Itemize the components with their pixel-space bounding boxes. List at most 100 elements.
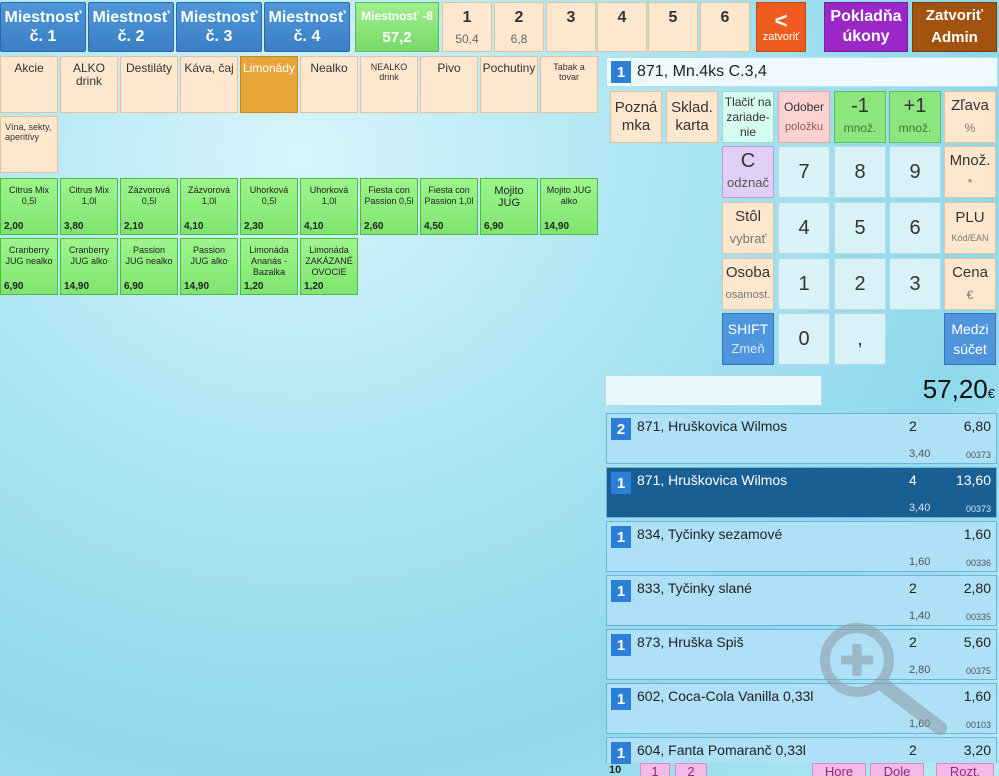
product-name: Citrus Mix 1,0l: [69, 185, 109, 206]
note-label: Pozná: [614, 99, 658, 116]
cash-register-actions-button[interactable]: Pokladňa úkony: [824, 2, 908, 52]
item-badge: 1: [611, 634, 631, 656]
product-tile[interactable]: Limonáda ZAKÁZANÉ OVOCIE 1,20: [300, 238, 358, 295]
room-label: Miestnosť: [92, 9, 170, 26]
person-label: Osoba: [725, 264, 771, 281]
page-button-6[interactable]: 6: [700, 2, 750, 52]
product-tile[interactable]: Uhorková 1,0l 4,10: [300, 178, 358, 235]
category-nealko[interactable]: Nealko: [300, 56, 358, 113]
category-nealko-drink[interactable]: NEALKO drink: [360, 56, 418, 113]
product-tile[interactable]: Zázvorová 1,0l 4,10: [180, 178, 238, 235]
shift-button[interactable]: SHIFT Zmeň: [722, 313, 774, 365]
split-button[interactable]: Rozt.: [936, 763, 994, 776]
order-item[interactable]: 1 834, Tyčinky sezamové 1,60 1,60 00336: [606, 521, 997, 572]
item-badge: 1: [611, 472, 631, 494]
zoom-in-icon[interactable]: [812, 620, 952, 740]
item-sum: 13,60: [955, 472, 991, 488]
category-vina-sekty[interactable]: Vína, sekty, aperitívy: [0, 116, 58, 173]
minus-one-qty-button[interactable]: -1 množ.: [834, 91, 886, 143]
page-button-5[interactable]: 5: [648, 2, 698, 52]
order-item-selected[interactable]: 1 871, Hruškovica Wilmos 4 13,60 3,40 00…: [606, 467, 997, 518]
room-button-4[interactable]: Miestnosť č. 4: [264, 2, 350, 52]
page-button-2[interactable]: 2 6,8: [494, 2, 544, 52]
product-tile[interactable]: Mojito JUG 6,90: [480, 178, 538, 235]
print-device-button[interactable]: Tlačiť na zariade- nie: [722, 91, 774, 143]
plus-one-qty-button[interactable]: +1 množ.: [889, 91, 941, 143]
page-button-1[interactable]: 1 50,4: [442, 2, 492, 52]
product-tile[interactable]: Passion JUG alko 14,90: [180, 238, 238, 295]
scroll-up-button[interactable]: Hore: [812, 763, 866, 776]
key-label: 3: [909, 272, 921, 295]
category-kava-caj[interactable]: Káva, čaj: [180, 56, 238, 113]
product-tile[interactable]: Passion JUG nealko 6,90: [120, 238, 178, 295]
category-tabak-tovar[interactable]: Tabak a tovar: [540, 56, 598, 113]
page-button-3[interactable]: 3: [546, 2, 596, 52]
page-button-4[interactable]: 4: [597, 2, 647, 52]
product-tile[interactable]: Limonáda Ananás - Bazalka 1,20: [240, 238, 298, 295]
page-number: 2: [514, 8, 524, 26]
close-label: zatvoriť: [762, 31, 800, 43]
key-7[interactable]: 7: [778, 146, 830, 198]
room-button-1[interactable]: Miestnosť č. 1: [0, 2, 86, 52]
room-button-2[interactable]: Miestnosť č. 2: [88, 2, 174, 52]
page-label: 1: [651, 764, 659, 776]
room-number: č. 2: [117, 28, 145, 45]
item-badge: 1: [611, 526, 631, 548]
category-pochutiny[interactable]: Pochutiny: [480, 56, 538, 113]
stock-card-button[interactable]: Sklad. karta: [666, 91, 718, 143]
key-9[interactable]: 9: [889, 146, 941, 198]
key-comma[interactable]: ,: [834, 313, 886, 365]
category-akcie[interactable]: Akcie: [0, 56, 58, 113]
close-button[interactable]: < zatvoriť: [756, 2, 806, 52]
order-item[interactable]: 2 871, Hruškovica Wilmos 2 6,80 3,40 003…: [606, 413, 997, 464]
category-pivo[interactable]: Pivo: [420, 56, 478, 113]
subtotal-button[interactable]: Medzi súčet: [944, 313, 996, 365]
category-alko-drink[interactable]: ALKO drink: [60, 56, 118, 113]
product-tile[interactable]: Fiesta con Passion 1,0l 4,50: [420, 178, 478, 235]
product-tile[interactable]: Citrus Mix 1,0l 3,80: [60, 178, 118, 235]
price-button[interactable]: Cena €: [944, 258, 996, 310]
list-page-1-button[interactable]: 1: [640, 763, 670, 776]
quantity-button[interactable]: Množ. *: [944, 146, 996, 198]
plu-button[interactable]: PLU Kód/EAN: [944, 202, 996, 254]
order-item[interactable]: 1 833, Tyčinky slané 2 2,80 1,40 00335: [606, 575, 997, 626]
clear-label: C: [740, 150, 756, 172]
product-tile[interactable]: Fiesta con Passion 0,5l 2,60: [360, 178, 418, 235]
order-item[interactable]: 1 604, Fanta Pomaranč 0,33l 2 3,20: [606, 737, 997, 764]
close-admin-button[interactable]: Zatvoriť Admin: [912, 2, 997, 52]
scroll-down-button[interactable]: Dole: [870, 763, 924, 776]
discount-button[interactable]: Zľava %: [944, 91, 996, 143]
amount-input[interactable]: [605, 375, 822, 406]
key-5[interactable]: 5: [834, 202, 886, 254]
category-limonady[interactable]: Limonády: [240, 56, 298, 113]
item-badge: 1: [611, 688, 631, 710]
shift-label-2: Zmeň: [731, 341, 765, 356]
total-value: 57,20: [922, 374, 988, 404]
room-button-3[interactable]: Miestnosť č. 3: [176, 2, 262, 52]
product-name: Mojito JUG: [494, 185, 524, 209]
product-tile[interactable]: Zázvorová 0,5l 2,10: [120, 178, 178, 235]
product-tile[interactable]: Mojito JUG alko 14,90: [540, 178, 598, 235]
item-name: 871, Hruškovica Wilmos: [637, 472, 788, 488]
key-8[interactable]: 8: [834, 146, 886, 198]
key-4[interactable]: 4: [778, 202, 830, 254]
table-label-2: vybrať: [729, 231, 767, 246]
product-tile[interactable]: Uhorková 0,5l 2,30: [240, 178, 298, 235]
key-1[interactable]: 1: [778, 258, 830, 310]
remove-item-button[interactable]: Odober položku: [778, 91, 830, 143]
product-tile[interactable]: Cranberry JUG alko 14,90: [60, 238, 118, 295]
key-6[interactable]: 6: [889, 202, 941, 254]
category-destilaty[interactable]: Destiláty: [120, 56, 178, 113]
product-tile[interactable]: Citrus Mix 0,5l 2,00: [0, 178, 58, 235]
key-3[interactable]: 3: [889, 258, 941, 310]
discount-percent: %: [964, 121, 976, 135]
key-2[interactable]: 2: [834, 258, 886, 310]
active-room-button[interactable]: Miestnosť -8 57,2: [355, 2, 439, 52]
key-0[interactable]: 0: [778, 313, 830, 365]
product-tile[interactable]: Cranberry JUG nealko 6,90: [0, 238, 58, 295]
list-page-2-button[interactable]: 2: [675, 763, 707, 776]
person-button[interactable]: Osoba osamost.: [722, 258, 774, 310]
note-button[interactable]: Pozná mka: [610, 91, 662, 143]
clear-button[interactable]: C odznač: [722, 146, 774, 198]
select-table-button[interactable]: Stôl vybrať: [722, 202, 774, 254]
